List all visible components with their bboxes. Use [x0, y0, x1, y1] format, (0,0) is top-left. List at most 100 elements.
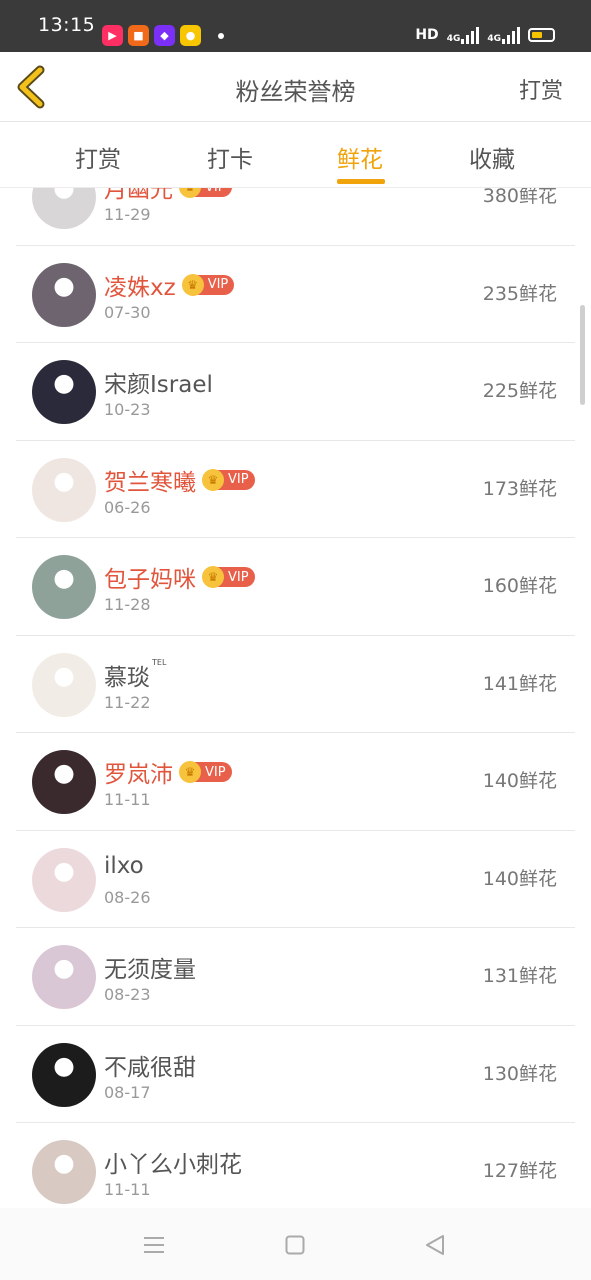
username[interactable]: ilxo [104, 853, 144, 879]
flower-count: 235鲜花 [482, 282, 557, 305]
crown-icon: ♛ [202, 566, 224, 588]
flower-count: 127鲜花 [482, 1160, 557, 1182]
name-line: 慕琰 TEL [104, 658, 166, 692]
list-item[interactable]: 月幽光 ♛ VIP 11-29 380鲜花 [16, 188, 575, 246]
hd-label: HD [415, 27, 439, 43]
username[interactable]: 罗岚沛 [104, 755, 173, 789]
list-item[interactable]: 罗岚沛 ♛ VIP 11-11 140鲜花 [16, 733, 575, 831]
home-button[interactable] [280, 1230, 310, 1260]
list-item[interactable]: 凌姝xz ♛ VIP 07-30 235鲜花 [16, 246, 575, 343]
avatar[interactable] [32, 847, 96, 912]
flower-count: 160鲜花 [482, 575, 557, 597]
avatar[interactable] [32, 945, 96, 1009]
date-label: 11-11 [104, 1180, 151, 1199]
name-line: 无须度量 [104, 950, 196, 984]
menu-icon [144, 1237, 164, 1253]
username[interactable]: 宋颜Israel [104, 365, 213, 399]
name-line: 小丫么小刺花 [104, 1145, 242, 1179]
avatar[interactable] [32, 360, 96, 424]
tab-checkin[interactable]: 打卡 [207, 140, 253, 174]
avatar[interactable] [32, 188, 96, 229]
flower-count: 140鲜花 [482, 867, 557, 890]
tab-flowers[interactable]: 鲜花 [337, 140, 383, 174]
vip-label: VIP [228, 569, 249, 585]
name-line: 月幽光 ♛ VIP [104, 188, 232, 204]
list-item[interactable]: 宋颜Israel 10-23 225鲜花 [16, 343, 575, 441]
username[interactable]: 不咸很甜 [104, 1048, 196, 1082]
username[interactable]: 凌姝xz [104, 268, 176, 302]
crown-icon: ♛ [181, 273, 204, 296]
date-label: 08-17 [104, 1082, 151, 1102]
crown-icon: ♛ [179, 188, 201, 198]
list-item[interactable]: 小丫么小刺花 11-11 127鲜花 [16, 1123, 575, 1208]
username[interactable]: 慕琰 [104, 658, 150, 692]
system-nav-bar [0, 1208, 591, 1280]
status-app-icons: ▶ ■ ◆ ● [102, 25, 201, 46]
flower-count: 173鲜花 [482, 477, 557, 500]
tab-bar: 打赏 打卡 鲜花 收藏 [0, 122, 591, 188]
tel-tag: TEL [152, 657, 167, 667]
username[interactable]: 无须度量 [104, 950, 196, 984]
avatar[interactable] [32, 652, 96, 717]
signal-type-label: 4G [487, 34, 501, 44]
page-title: 粉丝荣誉榜 [235, 78, 356, 106]
notification-dot-icon [218, 33, 224, 39]
date-label: 07-30 [104, 302, 151, 322]
username[interactable]: 月幽光 [104, 188, 173, 204]
flower-count: 380鲜花 [482, 188, 557, 207]
home-square-icon [285, 1235, 305, 1255]
status-bar: 13:15 ▶ ■ ◆ ● HD 4G 4G [0, 0, 591, 52]
list-item[interactable]: 贺兰寒曦 ♛ VIP 06-26 173鲜花 [16, 441, 575, 538]
date-label: 11-11 [104, 790, 151, 809]
avatar[interactable] [32, 555, 96, 619]
list-item[interactable]: 慕琰 TEL 11-22 141鲜花 [16, 636, 575, 733]
date-label: 11-22 [104, 692, 151, 712]
list-item[interactable]: 不咸很甜 08-17 130鲜花 [16, 1026, 575, 1123]
tab-reward[interactable]: 打赏 [75, 140, 121, 174]
name-line: 凌姝xz ♛ VIP [104, 268, 235, 302]
video-app-icon: ▶ [102, 25, 123, 46]
avatar[interactable] [32, 262, 96, 327]
player-app-icon: ◆ [154, 25, 175, 46]
flower-count: 131鲜花 [482, 965, 557, 987]
back-nav-button[interactable] [420, 1230, 450, 1260]
avatar[interactable] [32, 457, 96, 522]
vip-badge: ♛VIP [181, 273, 235, 296]
fan-list[interactable]: 月幽光♛VIP11-29380鲜花凌姝xz♛VIP07-30235鲜花宋颜Isr… [0, 188, 591, 1208]
name-line: 罗岚沛 ♛ VIP [104, 755, 232, 789]
list-item[interactable]: 无须度量 08-23 131鲜花 [16, 928, 575, 1026]
name-line: 包子妈咪 ♛ VIP [104, 560, 255, 594]
menu-button[interactable] [139, 1230, 169, 1260]
vip-label: VIP [205, 188, 226, 195]
username[interactable]: 贺兰寒曦 [104, 463, 196, 497]
username[interactable]: 小丫么小刺花 [104, 1145, 242, 1179]
back-triangle-icon [426, 1235, 444, 1255]
crown-icon: ♛ [179, 761, 201, 783]
flower-count: 141鲜花 [482, 672, 557, 695]
username[interactable]: 包子妈咪 [104, 560, 196, 594]
tab-favorites[interactable]: 收藏 [469, 140, 515, 174]
signal-icon: 4G [447, 26, 480, 44]
crown-icon: ♛ [202, 468, 224, 491]
vip-badge: ♛VIP [202, 468, 255, 491]
date-label: 11-28 [104, 595, 151, 614]
flower-count: 130鲜花 [482, 1062, 557, 1085]
list-item[interactable]: 包子妈咪 ♛ VIP 11-28 160鲜花 [16, 538, 575, 636]
reward-button[interactable]: 打赏 [519, 73, 563, 105]
name-line: 宋颜Israel [104, 365, 213, 399]
shop-app-icon: ■ [128, 25, 149, 46]
avatar[interactable] [32, 1042, 96, 1107]
flower-count: 140鲜花 [482, 770, 557, 792]
list-item[interactable]: ilxo 08-26 140鲜花 [16, 831, 575, 928]
date-label: 10-23 [104, 400, 151, 419]
vip-badge: ♛VIP [179, 761, 232, 783]
avatar[interactable] [32, 1140, 96, 1204]
avatar[interactable] [32, 750, 96, 814]
vip-label: VIP [207, 277, 229, 292]
signal-icon: 4G [487, 26, 520, 44]
active-tab-indicator [337, 179, 385, 184]
weibo-app-icon: ● [180, 25, 201, 46]
signal-type-label: 4G [446, 34, 461, 44]
scrollbar[interactable] [580, 305, 585, 405]
status-indicators: HD 4G 4G [415, 26, 555, 44]
